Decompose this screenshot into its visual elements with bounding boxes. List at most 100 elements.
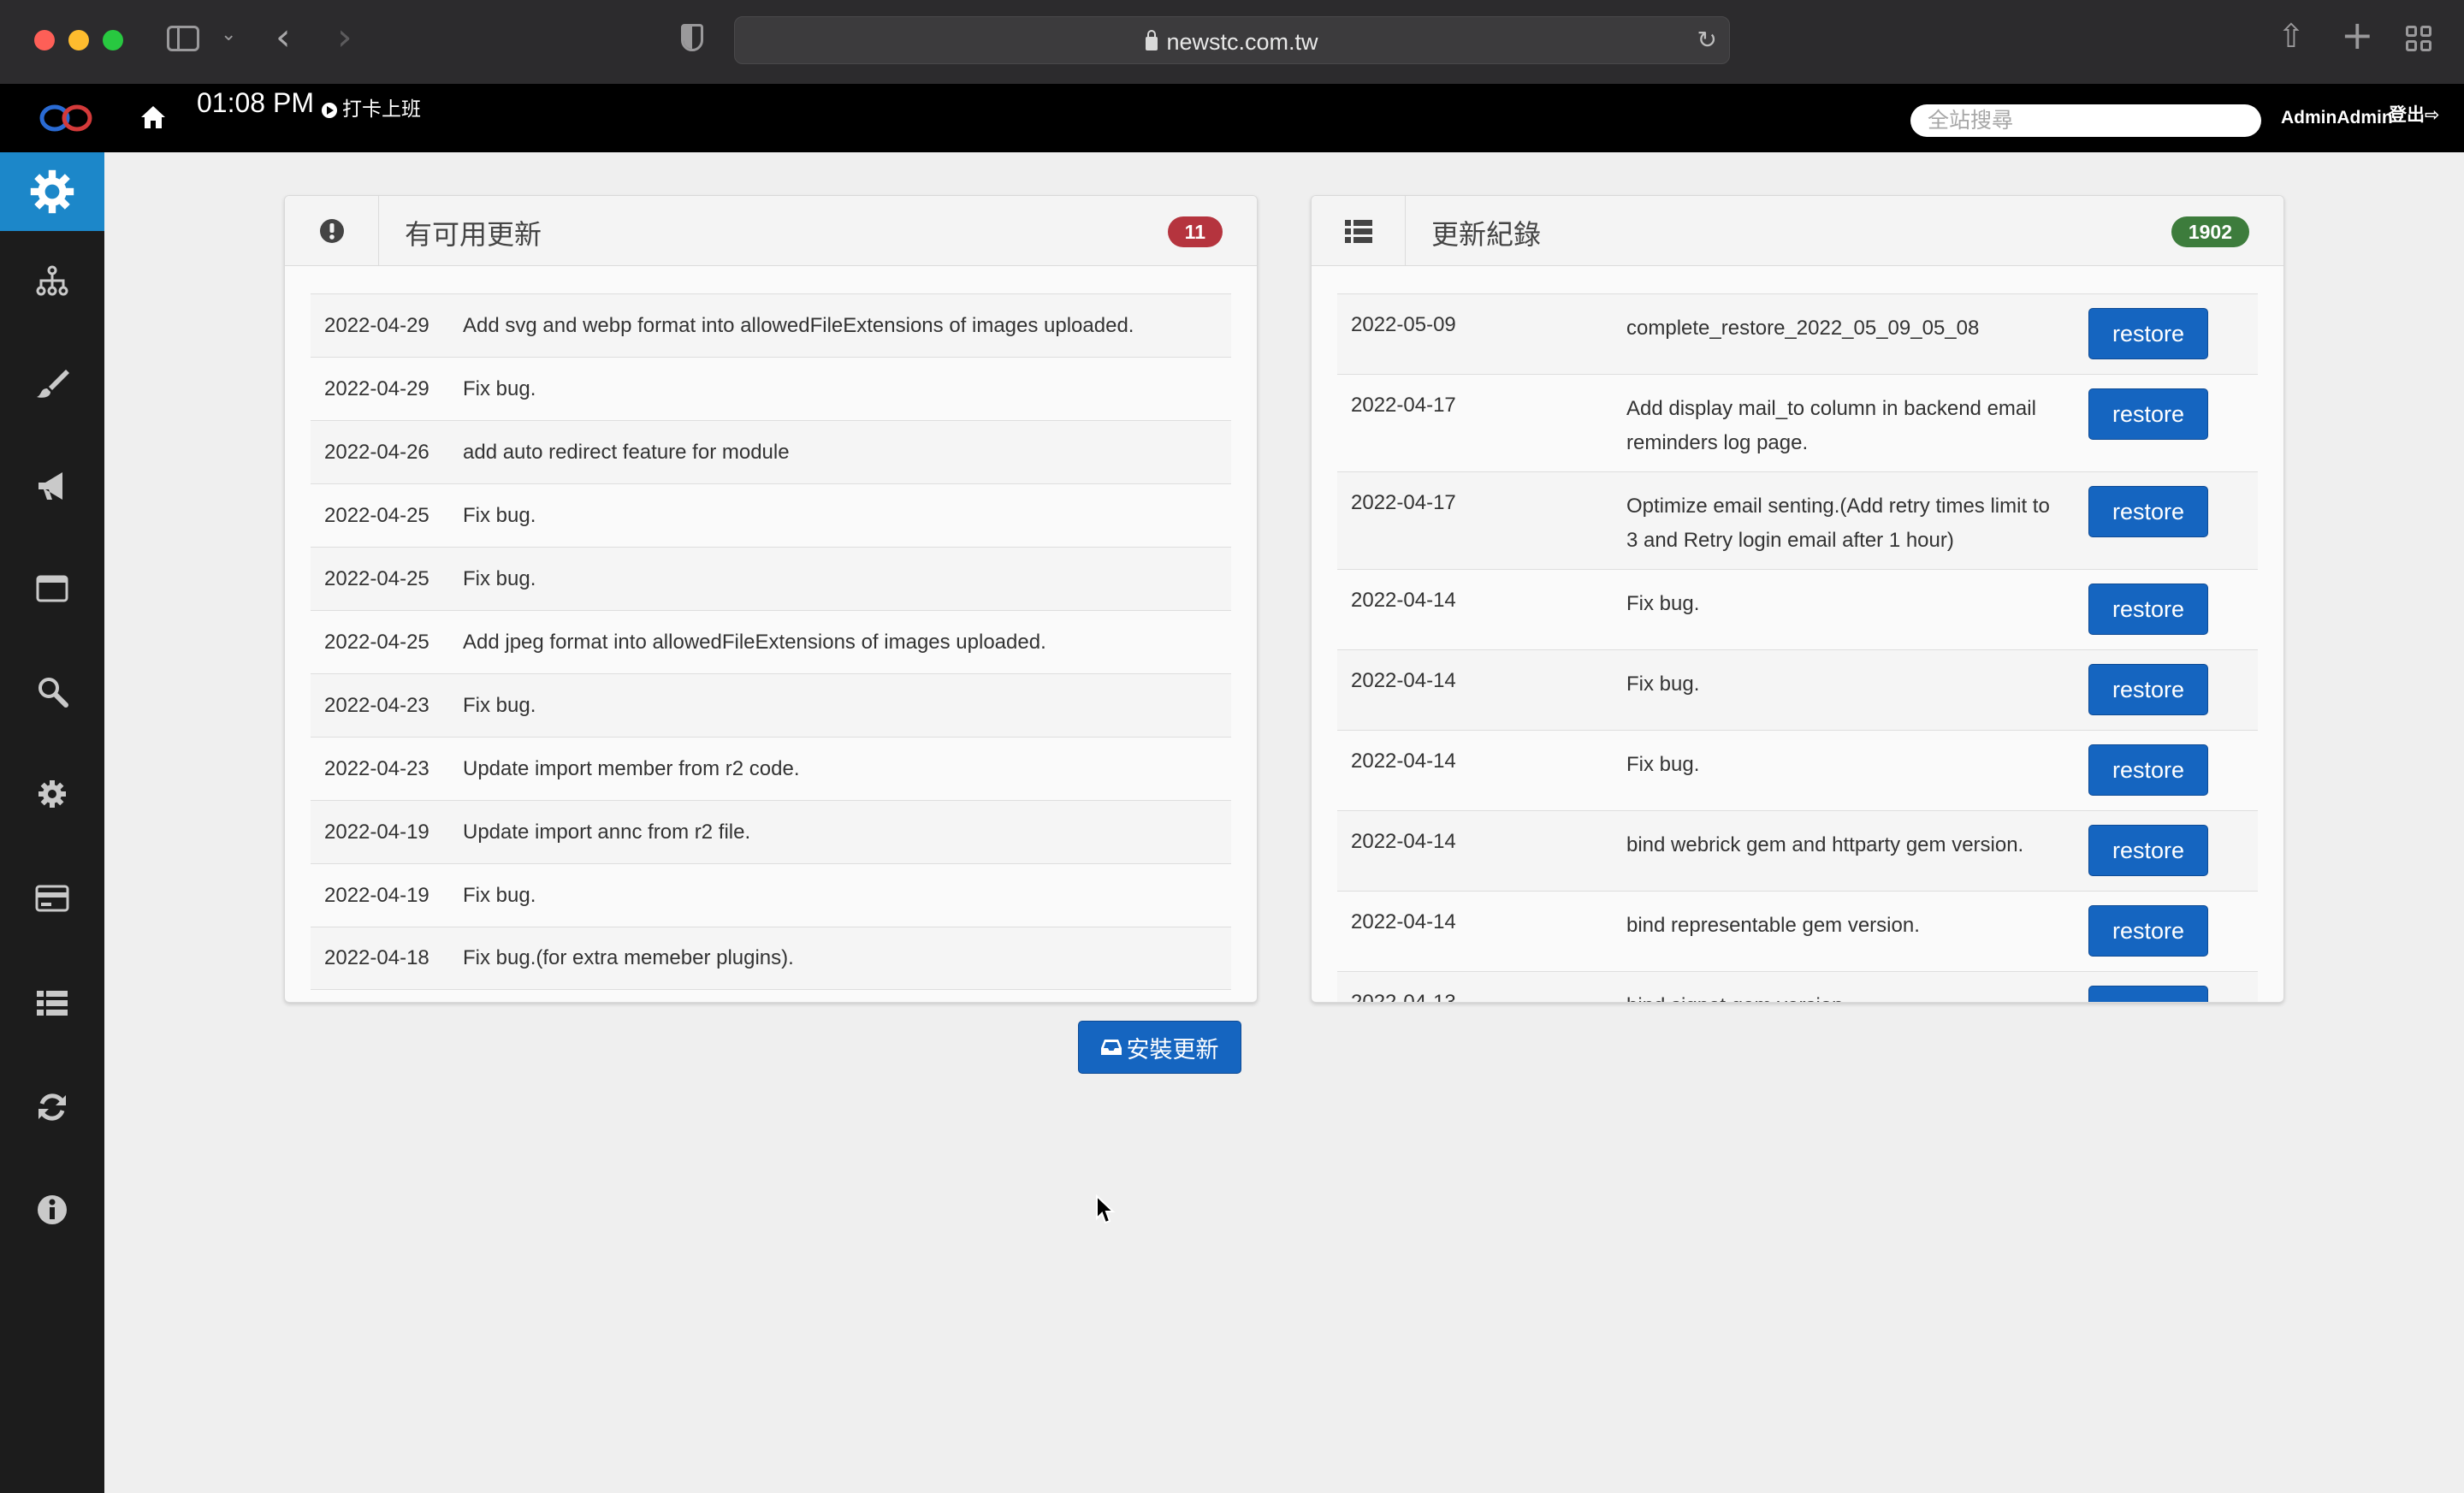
history-row: 2022-04-14 Fix bug. restore — [1337, 569, 2258, 649]
update-date: 2022-04-19 — [324, 883, 429, 907]
history-row: 2022-04-14 Fix bug. restore — [1337, 730, 2258, 810]
update-date: 2022-04-18 — [324, 946, 429, 969]
address-bar[interactable]: newstc.com.tw ↻ — [734, 16, 1730, 64]
history-date: 2022-05-09 — [1351, 313, 1456, 336]
history-date: 2022-04-17 — [1351, 491, 1456, 514]
home-icon[interactable] — [139, 104, 167, 130]
sidebar-item-list[interactable] — [0, 960, 104, 1046]
history-message: Add display mail_to column in backend em… — [1626, 397, 2036, 454]
sidebar-item-payment[interactable] — [0, 856, 104, 941]
available-updates-panel: 有可用更新 11 2022-04-29 Add svg and webp form… — [284, 195, 1258, 1003]
history-row: 2022-04-13 bind signet gem version. restor… — [1337, 971, 2258, 1003]
site-search-input[interactable] — [1910, 104, 2261, 137]
punch-in-link[interactable]: 打卡上班 — [322, 92, 421, 121]
restore-button[interactable]: restore — [2088, 664, 2208, 715]
update-history-count-badge: 1902 — [2171, 216, 2249, 247]
lock-icon — [1146, 30, 1158, 50]
update-message: Update import annc from r2 file. — [463, 820, 751, 844]
sidebar-item-about[interactable] — [0, 1167, 104, 1253]
update-date: 2022-04-25 — [324, 566, 429, 590]
history-message: bind representable gem version. — [1626, 914, 1920, 937]
sidebar-item-announcement[interactable] — [0, 443, 104, 529]
search-icon — [38, 678, 68, 708]
sidebar-item-search[interactable] — [0, 649, 104, 734]
sidebar-item-config[interactable] — [0, 751, 104, 837]
sidebar-toggle-icon[interactable] — [167, 26, 199, 51]
sidebar-item-update[interactable] — [0, 1064, 104, 1150]
update-message: Add jpeg format into allowedFileExtensio… — [463, 630, 1046, 654]
megaphone-icon — [38, 472, 62, 500]
inbox-icon — [1100, 1040, 1122, 1055]
credit-card-icon — [35, 885, 69, 912]
logout-icon: ⇨ — [2425, 105, 2440, 125]
sidebar-item-design[interactable] — [0, 341, 104, 426]
back-icon[interactable]: ‹ — [275, 15, 291, 59]
privacy-shield-icon[interactable] — [681, 24, 703, 51]
tab-overview-icon[interactable] — [2406, 26, 2431, 51]
history-row: 2022-04-17 Optimize email senting.(Add re… — [1337, 471, 2258, 569]
clock-time: 01:08 PM — [197, 87, 314, 118]
browser-toolbar: ⌄ ‹ › newstc.com.tw ↻ ⇧ + — [0, 0, 2464, 84]
available-updates-title: 有可用更新 — [405, 219, 542, 250]
restore-button[interactable]: restore — [2088, 388, 2208, 440]
update-date: 2022-04-25 — [324, 630, 429, 654]
history-row: 2022-04-14 bind webrick gem and httparty … — [1337, 810, 2258, 891]
restore-button[interactable]: restore — [2088, 486, 2208, 537]
install-updates-button[interactable]: 安裝更新 — [1078, 1021, 1241, 1074]
sitemap-icon — [36, 265, 68, 296]
history-message: Fix bug. — [1626, 672, 1700, 696]
update-row: 2022-04-19 Update import annc from r2 fil… — [311, 800, 1231, 863]
history-row: 2022-04-17 Add display mail_to column in … — [1337, 374, 2258, 471]
settings-icon — [38, 780, 66, 808]
update-message: Fix bug. — [463, 693, 536, 717]
update-date: 2022-04-23 — [324, 693, 429, 717]
maximize-window-button[interactable] — [103, 30, 123, 50]
available-updates-count-badge: 11 — [1167, 216, 1223, 247]
update-date: 2022-04-26 — [324, 440, 429, 464]
update-date: 2022-04-29 — [324, 313, 429, 337]
update-message: Fix bug. — [463, 376, 536, 400]
logo-icon[interactable] — [38, 101, 98, 135]
chevron-down-icon[interactable]: ⌄ — [221, 24, 236, 45]
user-name[interactable]: AdminAdmin — [2281, 108, 2393, 128]
update-row: 2022-04-25 Add jpeg format into allowedFi… — [311, 610, 1231, 673]
update-row: 2022-04-18 Fix bug.(for extra memeber plu… — [311, 927, 1231, 990]
update-row: 2022-04-23 Fix bug. — [311, 673, 1231, 737]
mouse-cursor-icon — [1096, 1194, 1116, 1224]
history-row: 2022-05-09 complete_restore_2022_05_09_05… — [1337, 293, 2258, 374]
share-icon[interactable]: ⇧ — [2277, 17, 2305, 55]
sidebar-item-settings-active[interactable] — [0, 152, 104, 231]
sidebar-item-sitemap[interactable] — [0, 238, 104, 323]
sidebar-item-pages[interactable] — [0, 546, 104, 631]
update-row: 2022-04-19 Fix bug. — [311, 863, 1231, 927]
history-date: 2022-04-17 — [1351, 394, 1456, 417]
exclamation-circle-icon — [319, 219, 344, 243]
restore-button[interactable]: restore — [2088, 584, 2208, 635]
history-date: 2022-04-13 — [1351, 991, 1456, 1003]
restore-button[interactable]: restore — [2088, 905, 2208, 957]
history-date: 2022-04-14 — [1351, 910, 1456, 933]
update-message: add auto redirect feature for module — [463, 440, 790, 464]
restore-button[interactable]: restore — [2088, 744, 2208, 796]
update-row: 2022-04-29 Add svg and webp format into a… — [311, 293, 1231, 357]
restore-button[interactable]: restore — [2088, 986, 2208, 1002]
new-tab-icon[interactable]: + — [2341, 12, 2374, 58]
available-updates-header: 有可用更新 11 — [285, 196, 1257, 266]
close-window-button[interactable] — [34, 30, 55, 50]
logout-link[interactable]: 登出⇨ — [2389, 101, 2440, 127]
window-icon — [36, 575, 68, 602]
update-row: 2022-04-25 Fix bug. — [311, 547, 1231, 610]
update-message: Fix bug. — [463, 883, 536, 907]
minimize-window-button[interactable] — [68, 30, 89, 50]
restore-button[interactable]: restore — [2088, 825, 2208, 876]
restore-button[interactable]: restore — [2088, 308, 2208, 359]
info-icon — [38, 1195, 67, 1224]
update-history-header: 更新紀錄 1902 — [1312, 196, 2283, 266]
history-message: complete_restore_2022_05_09_05_08 — [1626, 317, 1980, 340]
reload-icon[interactable]: ↻ — [1697, 26, 1717, 54]
forward-icon[interactable]: › — [337, 15, 352, 59]
update-row: 2022-04-26 add auto redirect feature for … — [311, 420, 1231, 483]
history-date: 2022-04-14 — [1351, 669, 1456, 692]
history-message: bind signet gem version. — [1626, 989, 2054, 1002]
update-row: 2022-04-25 Fix bug. — [311, 483, 1231, 547]
